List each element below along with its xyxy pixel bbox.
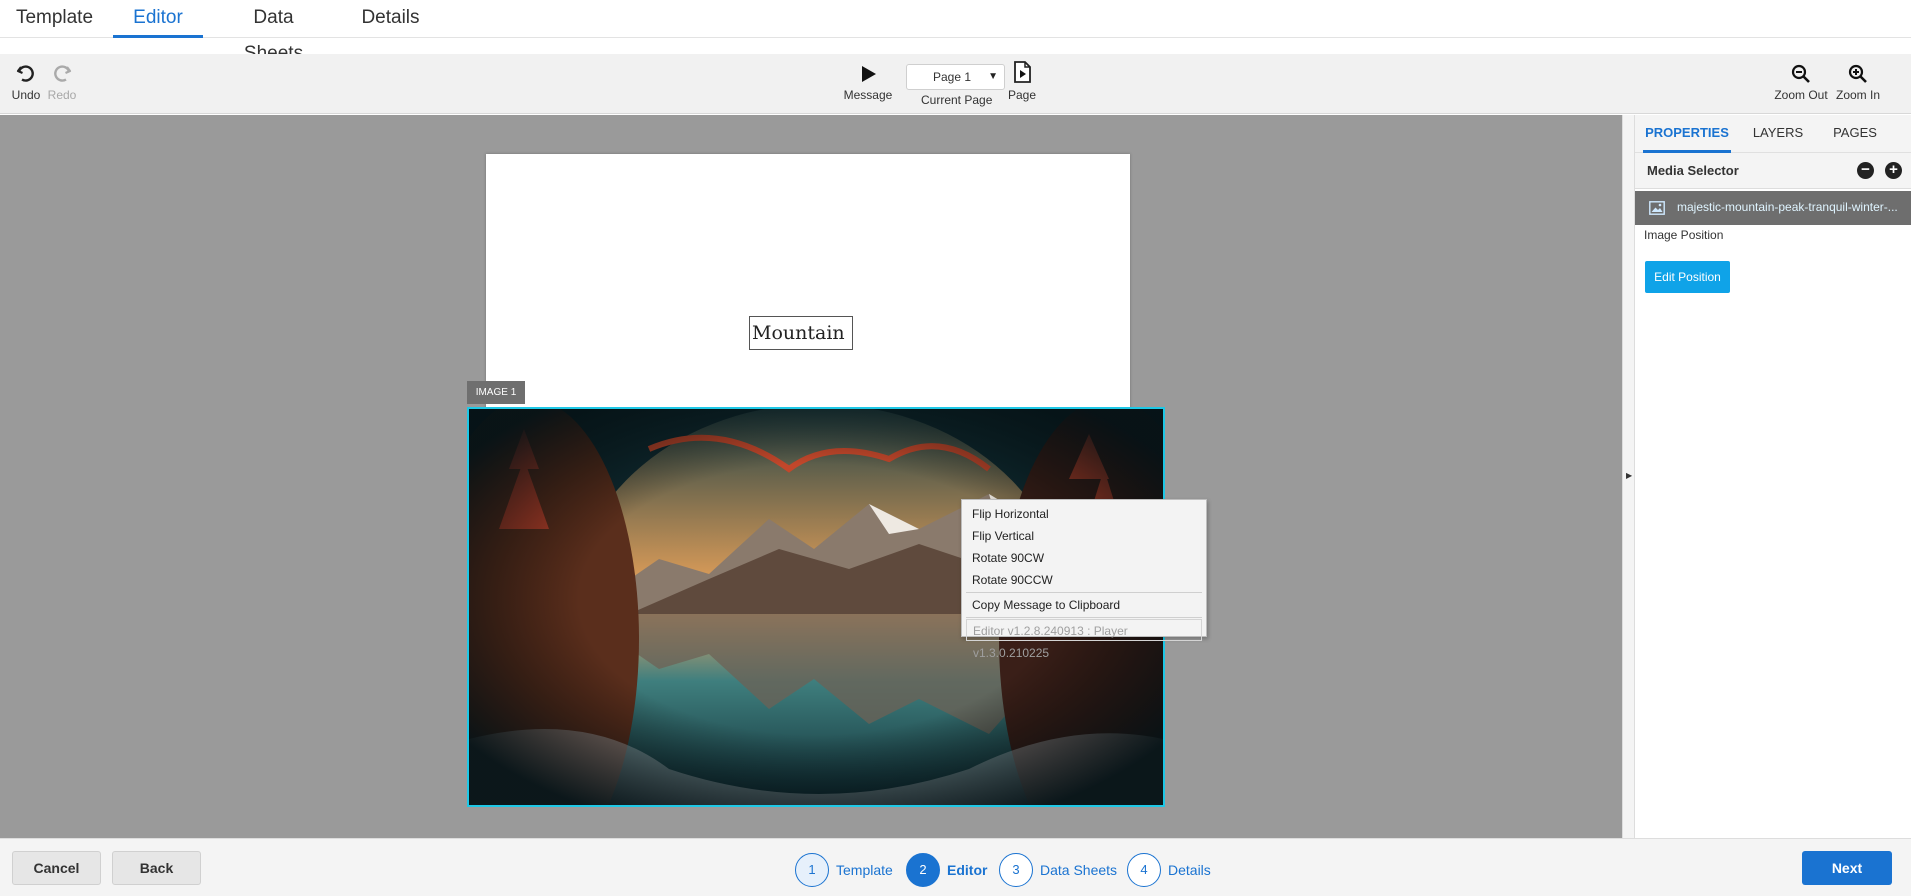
page-play-button[interactable]: Page bbox=[1006, 60, 1038, 102]
redo-icon bbox=[54, 65, 72, 82]
image-layer-tag: IMAGE 1 bbox=[467, 381, 525, 404]
panel-collapse-toggle[interactable]: ▶ bbox=[1622, 115, 1634, 838]
media-selector-header: Media Selector − + bbox=[1635, 153, 1911, 189]
media-selector-title: Media Selector bbox=[1647, 163, 1739, 178]
tab-pages[interactable]: PAGES bbox=[1825, 115, 1885, 153]
page-play-icon bbox=[1014, 61, 1031, 83]
edit-position-button[interactable]: Edit Position bbox=[1645, 261, 1730, 293]
page-select-value: Page 1 bbox=[933, 70, 972, 84]
remove-media-icon[interactable]: − bbox=[1857, 162, 1874, 179]
tab-properties[interactable]: PROPERTIES bbox=[1643, 115, 1731, 153]
context-menu: Flip Horizontal Flip Vertical Rotate 90C… bbox=[961, 499, 1207, 660]
menu-item-flip-vertical[interactable]: Flip Vertical bbox=[962, 525, 1206, 547]
undo-button[interactable]: Undo bbox=[10, 63, 42, 102]
menu-item-copy-message[interactable]: Copy Message to Clipboard bbox=[962, 594, 1206, 616]
next-button[interactable]: Next bbox=[1802, 851, 1892, 885]
page-label: Page bbox=[1007, 88, 1037, 102]
zoom-in-label: Zoom In bbox=[1835, 88, 1880, 102]
editor-canvas[interactable]: Mountain IMAGE 1 bbox=[0, 115, 1622, 838]
menu-separator bbox=[966, 592, 1202, 593]
zoom-out-button[interactable]: Zoom Out bbox=[1773, 63, 1829, 102]
current-page-label: Current Page bbox=[921, 93, 993, 107]
step-number: 4 bbox=[1127, 853, 1161, 887]
current-page-select[interactable]: Page 1 ▼ bbox=[906, 64, 1005, 90]
properties-panel: PROPERTIES LAYERS PAGES Media Selector −… bbox=[1634, 115, 1911, 838]
cancel-button[interactable]: Cancel bbox=[12, 851, 101, 885]
menu-separator bbox=[966, 617, 1202, 618]
step-number: 1 bbox=[795, 853, 829, 887]
zoom-in-button[interactable]: Zoom In bbox=[1832, 63, 1884, 102]
step-details[interactable]: 4 Details bbox=[1127, 853, 1217, 887]
step-number: 2 bbox=[906, 853, 940, 887]
image-position-label: Image Position bbox=[1644, 228, 1724, 242]
media-file-item[interactable]: majestic-mountain-peak-tranquil-winter-.… bbox=[1635, 191, 1911, 225]
play-icon bbox=[862, 66, 876, 82]
step-label: Template bbox=[836, 862, 893, 878]
undo-label: Undo bbox=[11, 88, 41, 102]
step-data-sheets[interactable]: 3 Data Sheets bbox=[999, 853, 1118, 887]
text-layer-mountain[interactable]: Mountain bbox=[749, 316, 853, 350]
play-message-button[interactable]: Message bbox=[842, 63, 894, 102]
tab-data-sheets[interactable]: Data Sheets bbox=[222, 0, 325, 64]
editor-toolbar: Undo Redo Message Page 1 ▼ Current Page … bbox=[0, 54, 1911, 114]
step-template[interactable]: 1 Template bbox=[795, 853, 895, 887]
tab-editor[interactable]: Editor bbox=[113, 0, 203, 38]
chevron-down-icon: ▼ bbox=[988, 71, 998, 82]
zoom-out-label: Zoom Out bbox=[1774, 88, 1828, 102]
step-label: Editor bbox=[947, 862, 988, 878]
wizard-footer: Cancel Back 1 Template 2 Editor 3 Data S… bbox=[0, 838, 1911, 896]
undo-icon bbox=[16, 65, 34, 82]
panel-tab-bar: PROPERTIES LAYERS PAGES bbox=[1635, 115, 1911, 153]
media-file-name: majestic-mountain-peak-tranquil-winter-.… bbox=[1677, 200, 1898, 214]
zoom-in-icon bbox=[1848, 64, 1867, 83]
message-label: Message bbox=[843, 88, 893, 102]
redo-label: Redo bbox=[47, 88, 77, 102]
back-button[interactable]: Back bbox=[112, 851, 201, 885]
image-icon bbox=[1649, 201, 1665, 215]
page-canvas[interactable]: Mountain bbox=[486, 154, 1130, 414]
tab-layers[interactable]: LAYERS bbox=[1748, 115, 1808, 153]
top-tab-bar: Template Editor Data Sheets Details bbox=[0, 0, 1911, 64]
menu-item-rotate-90cw[interactable]: Rotate 90CW bbox=[962, 547, 1206, 569]
chevron-right-icon: ▶ bbox=[1626, 471, 1633, 480]
tab-template[interactable]: Template bbox=[12, 0, 97, 38]
step-number: 3 bbox=[999, 853, 1033, 887]
zoom-out-icon bbox=[1791, 64, 1810, 83]
tab-details[interactable]: Details bbox=[357, 0, 424, 38]
step-label: Details bbox=[1168, 862, 1211, 878]
menu-version-info: Editor v1.2.8.240913 : Player v1.3.0.210… bbox=[966, 619, 1202, 660]
menu-item-flip-horizontal[interactable]: Flip Horizontal bbox=[962, 503, 1206, 525]
step-editor[interactable]: 2 Editor bbox=[906, 853, 996, 887]
menu-item-rotate-90ccw[interactable]: Rotate 90CCW bbox=[962, 569, 1206, 591]
add-media-icon[interactable]: + bbox=[1885, 162, 1902, 179]
redo-button[interactable]: Redo bbox=[46, 63, 78, 102]
step-label: Data Sheets bbox=[1040, 862, 1118, 878]
